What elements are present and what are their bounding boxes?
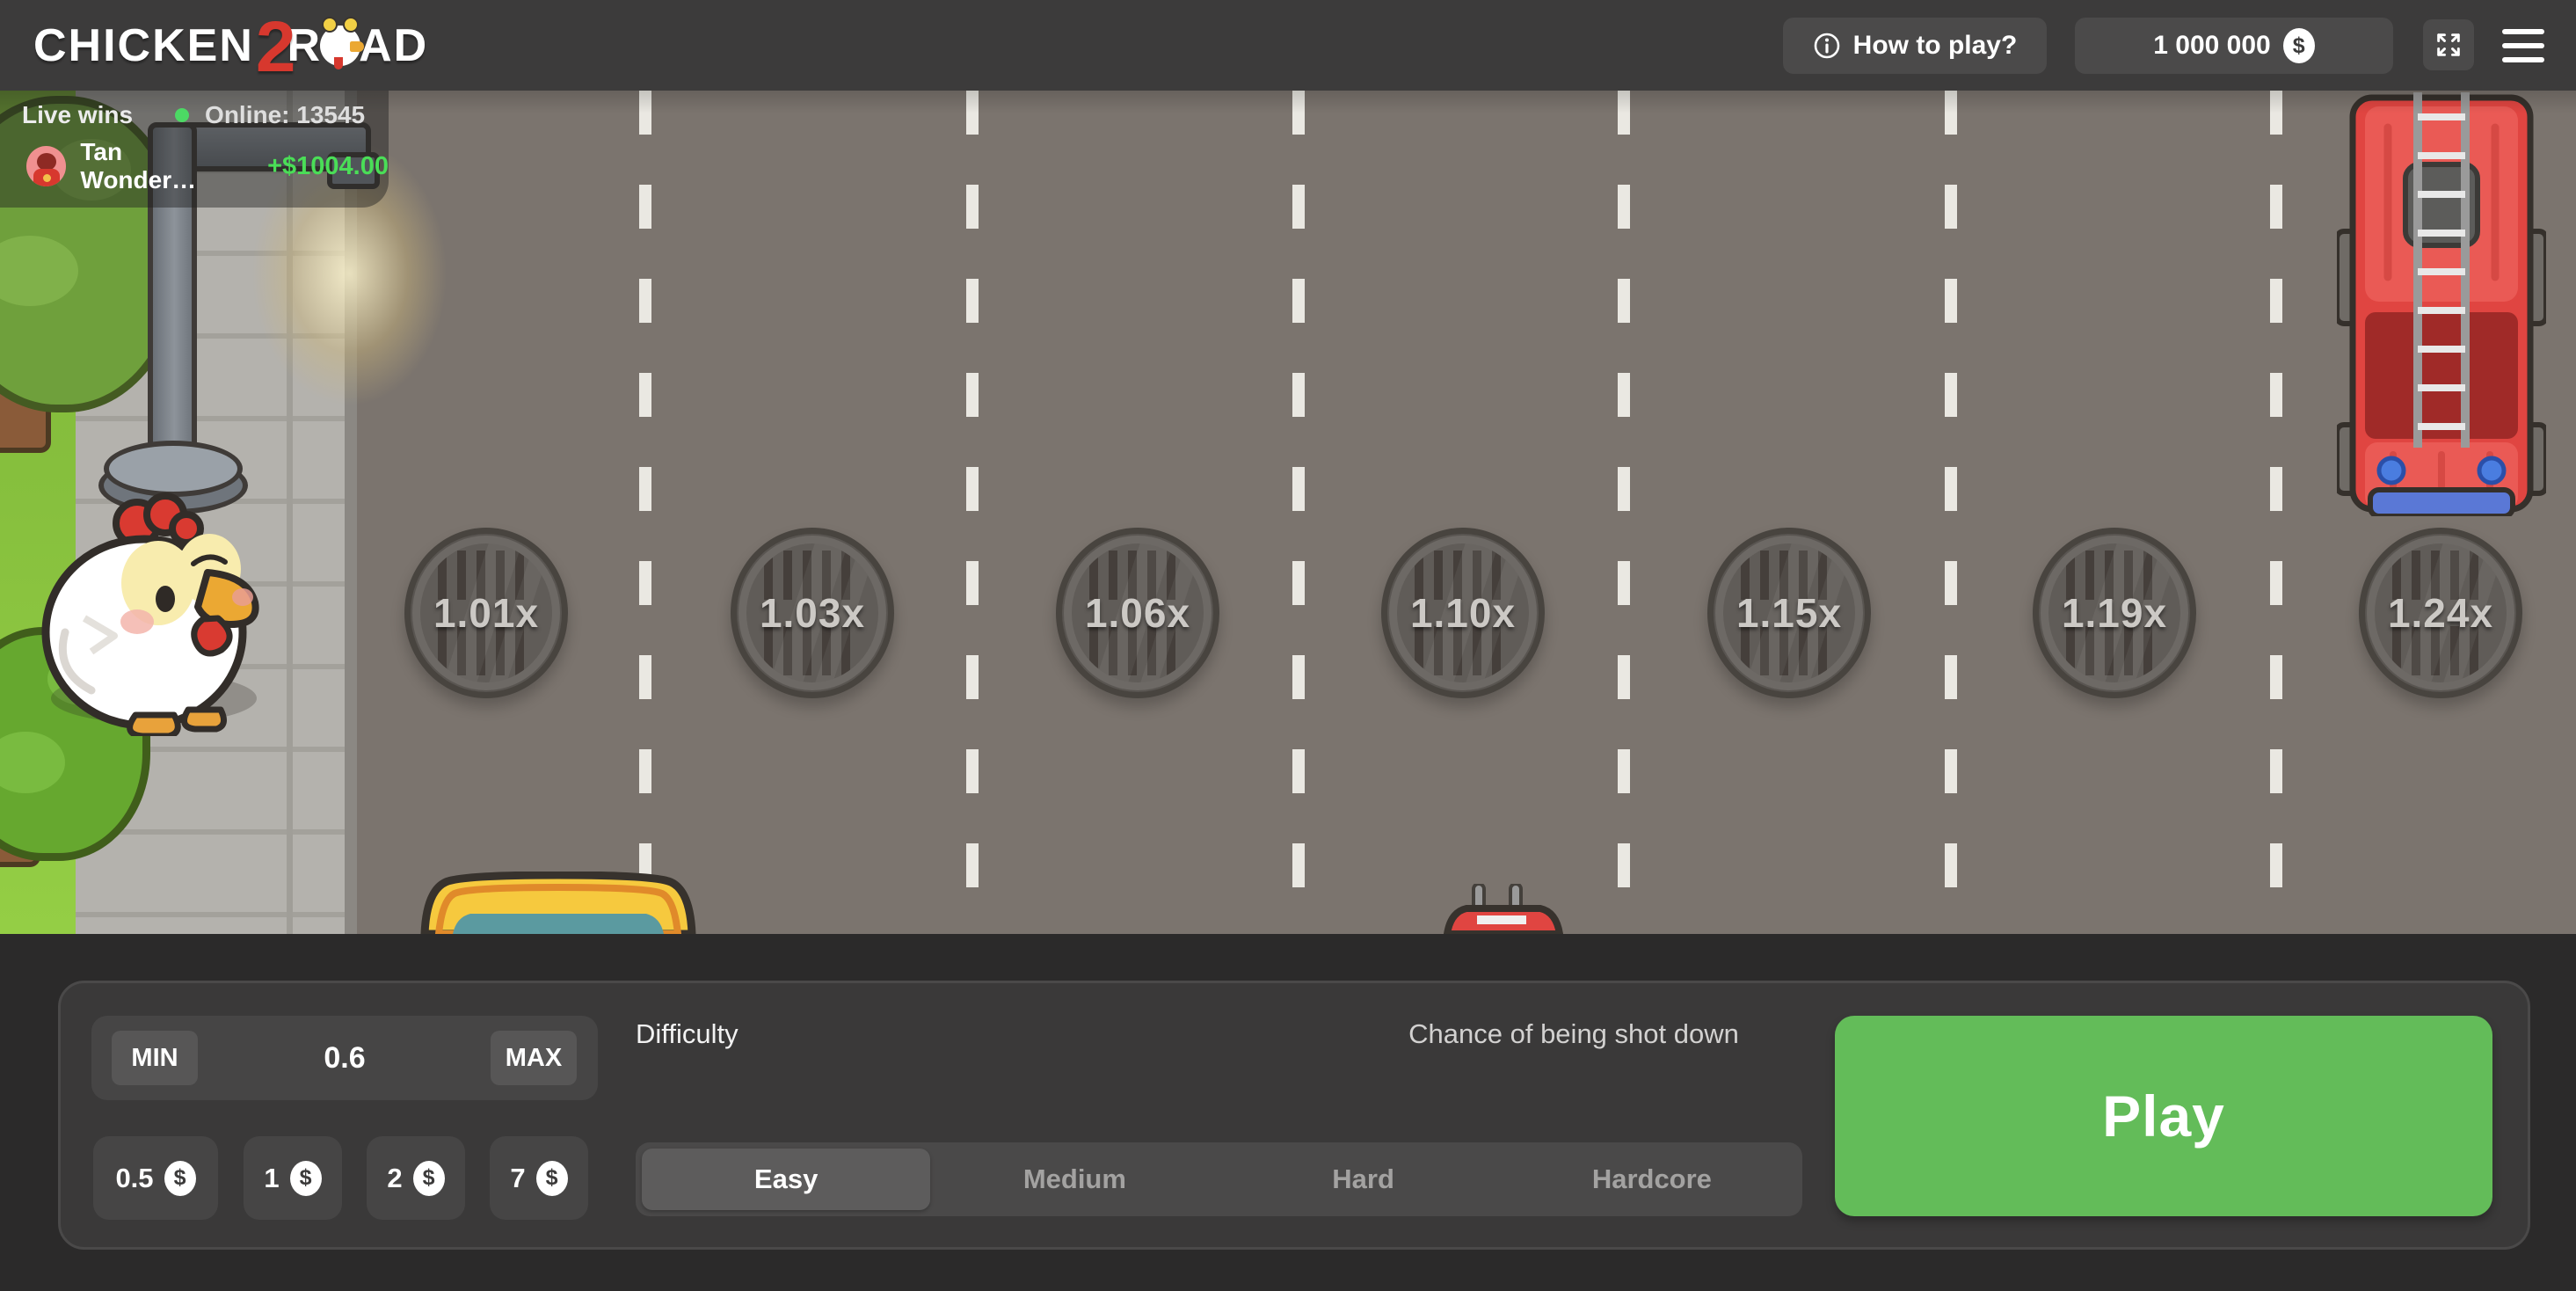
max-bet-button[interactable]: MAX xyxy=(491,1031,577,1085)
balance-value: 1 000 000 xyxy=(2153,31,2270,61)
chance-label: Chance of being shot down xyxy=(1292,1018,1855,1050)
red-truck-tip xyxy=(1442,884,1565,934)
multiplier-label: 1.15x xyxy=(1707,528,1871,698)
bet-amount-box: 0.6 MIN MAX xyxy=(91,1016,598,1100)
chip-7-button[interactable]: 7 $ xyxy=(490,1136,588,1220)
player-name: Tan Wonder… xyxy=(80,138,243,194)
chip-1-button[interactable]: 1 $ xyxy=(244,1136,342,1220)
dollar-coin-icon: $ xyxy=(164,1161,196,1196)
chicken-road-game: 1.01x 1.03x 1.06x 1.10x 1.15x 1.19x xyxy=(0,0,2576,1291)
win-amount: +$1004.00 xyxy=(267,152,389,181)
logo-text-2: 2 xyxy=(256,11,296,84)
live-wins-title: Live wins xyxy=(22,101,133,129)
info-icon xyxy=(1813,32,1841,60)
manhole-multiplier-5: 1.15x xyxy=(1707,528,1871,698)
balance-display[interactable]: 1 000 000 $ xyxy=(2075,18,2393,74)
fullscreen-icon xyxy=(2434,30,2463,60)
fullscreen-button[interactable] xyxy=(2423,19,2474,70)
tab-hardcore[interactable]: Hardcore xyxy=(1508,1149,1796,1210)
manhole-multiplier-1: 1.01x xyxy=(404,528,568,698)
chip-2-button[interactable]: 2 $ xyxy=(367,1136,465,1220)
chicken xyxy=(33,485,269,736)
live-win-entry: Tan Wonder… +$1004.00 xyxy=(0,145,389,187)
manhole-multiplier-6: 1.19x xyxy=(2033,528,2196,698)
difficulty-label: Difficulty xyxy=(636,1018,739,1050)
tab-easy[interactable]: Easy xyxy=(642,1149,930,1210)
multiplier-label: 1.24x xyxy=(2359,528,2522,698)
player-avatar xyxy=(26,146,66,186)
manhole-multiplier-2: 1.03x xyxy=(731,528,894,698)
tab-medium[interactable]: Medium xyxy=(930,1149,1219,1210)
manhole-multiplier-7: 1.24x xyxy=(2359,528,2522,698)
game-field: 1.01x 1.03x 1.06x 1.10x 1.15x 1.19x xyxy=(0,91,2576,934)
lane-divider xyxy=(966,91,979,934)
dollar-coin-icon: $ xyxy=(536,1161,568,1196)
multiplier-label: 1.06x xyxy=(1056,528,1219,698)
how-to-play-button[interactable]: How to play? xyxy=(1783,18,2047,74)
logo-text-chicken: CHICKEN xyxy=(33,19,254,72)
fire-truck xyxy=(2337,92,2546,516)
hamburger-icon xyxy=(2502,29,2544,34)
yellow-car xyxy=(400,872,717,934)
menu-button[interactable] xyxy=(2502,29,2544,62)
multiplier-label: 1.03x xyxy=(731,528,894,698)
manhole-multiplier-4: 1.10x xyxy=(1381,528,1545,698)
live-wins-panel: Live wins Online: 13545 Tan Wonder… +$10… xyxy=(0,91,389,208)
chip-0.5-button[interactable]: 0.5 $ xyxy=(93,1136,218,1220)
logo-chicken-head-icon xyxy=(320,26,360,66)
online-dot-icon xyxy=(175,108,189,122)
tab-hard[interactable]: Hard xyxy=(1219,1149,1508,1210)
multiplier-label: 1.01x xyxy=(404,528,568,698)
lane-divider xyxy=(2270,91,2282,934)
dollar-coin-icon: $ xyxy=(413,1161,445,1196)
dollar-coin-icon: $ xyxy=(2283,28,2315,63)
logo-text-ad: AD xyxy=(359,19,428,72)
lane-divider xyxy=(1618,91,1630,934)
top-bar: CHICKEN 2 R AD How to play? 1 000 000 $ xyxy=(0,0,2576,91)
how-to-play-label: How to play? xyxy=(1853,31,2018,61)
manhole-multiplier-3: 1.06x xyxy=(1056,528,1219,698)
min-bet-button[interactable]: MIN xyxy=(112,1031,198,1085)
play-button[interactable]: Play xyxy=(1835,1016,2492,1216)
lane-divider xyxy=(1945,91,1957,934)
online-count: Online: 13545 xyxy=(205,101,365,129)
dollar-coin-icon: $ xyxy=(290,1161,322,1196)
multiplier-label: 1.19x xyxy=(2033,528,2196,698)
lane-divider xyxy=(1292,91,1305,934)
difficulty-tabs: Easy Medium Hard Hardcore xyxy=(636,1142,1802,1216)
logo: CHICKEN 2 R AD xyxy=(33,0,428,91)
multiplier-label: 1.10x xyxy=(1381,528,1545,698)
lane-divider xyxy=(639,91,651,934)
